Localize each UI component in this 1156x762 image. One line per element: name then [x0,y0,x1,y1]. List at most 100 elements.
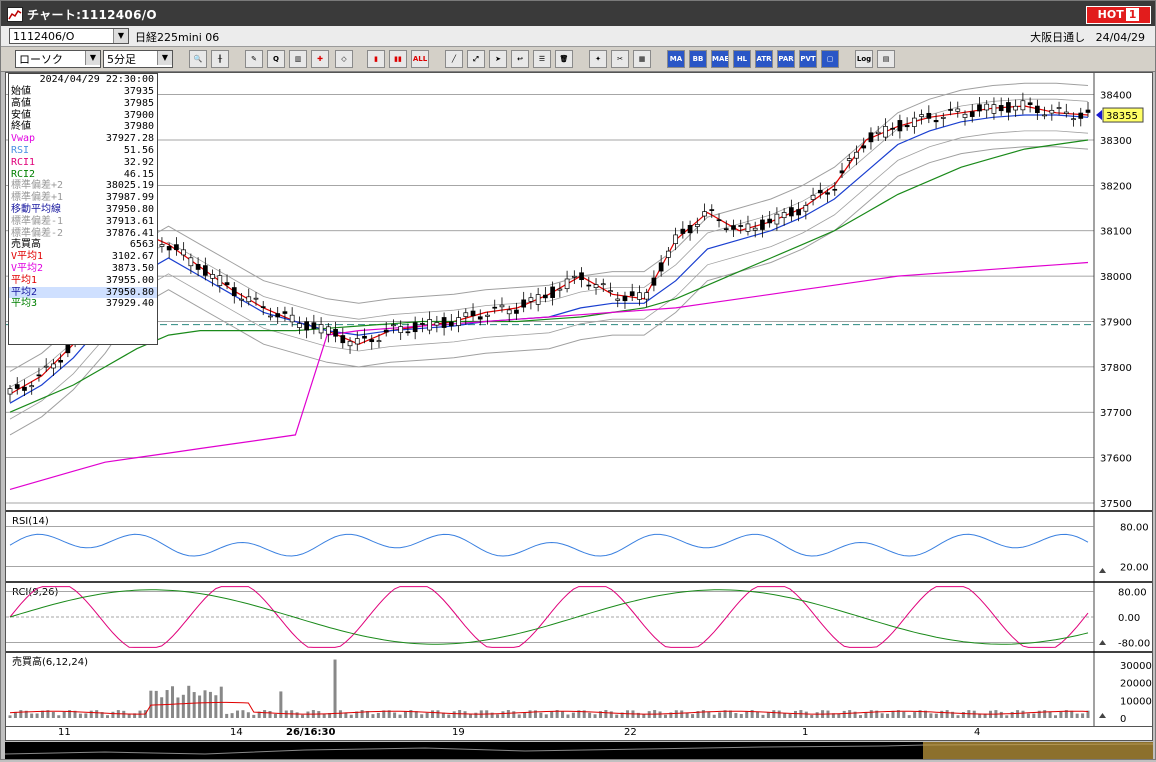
data-row: 標準偏差+1 37987.99 [9,192,157,204]
candle-body [810,194,816,200]
search-chart-icon[interactable]: Q [267,50,285,68]
volume-bar [815,712,819,718]
expand-icon[interactable]: ⤢ [467,50,485,68]
par-button[interactable]: PAR [777,50,795,68]
time-label: 14 [230,727,243,738]
data-key: RCI1 [11,156,36,168]
candle-body [22,386,27,391]
hl-button[interactable]: HL [733,50,751,68]
volume-bar [880,713,884,718]
volume-bar [945,710,949,718]
candle-body [738,225,744,227]
data-key: 標準偏差-2 [11,227,64,239]
crosshair-icon[interactable]: ╫ [211,50,229,68]
volume-bar [208,691,212,718]
list-icon[interactable]: ☰ [533,50,551,68]
bollinger-upper1-line [9,98,1089,388]
candle-body [745,223,751,232]
mae-button[interactable]: MAE [711,50,729,68]
log-button[interactable]: Log [855,50,873,68]
hot-button[interactable]: HOT 1 [1086,6,1151,24]
volume-bar [739,714,743,718]
candle-body [485,314,490,317]
volume-bar [1016,710,1020,718]
bb-button[interactable]: BB [689,50,707,68]
time-label: 19 [452,727,465,738]
tools-icon[interactable]: ✂ [611,50,629,68]
candle-body [1063,111,1069,114]
data-value: 37950.80 [105,286,154,298]
time-label: 11 [58,727,71,738]
frame-icon[interactable]: ▢ [821,50,839,68]
all-button[interactable]: ALL [411,50,429,68]
volume-bar [793,710,797,718]
rsi-panel-title: RSI(14) [12,516,49,527]
chart-svg[interactable]: 38400 38300 38200 38100 38000 37900 37800 37700… [6,73,1152,726]
volume-bar [35,713,39,718]
draw-icon[interactable]: ✎ [245,50,263,68]
atr-button[interactable]: ATR [755,50,773,68]
volume-bar [929,713,933,718]
volume-bar [566,714,570,718]
pvt-button[interactable]: PVT [799,50,817,68]
data-row: 平均2 37950.80 [9,286,157,299]
candle-body [723,228,729,230]
candle-body [673,234,678,244]
candle-body [217,275,223,286]
volume-bar [284,710,288,718]
bar-chart-icon[interactable]: ▥ [289,50,307,68]
color-palette-icon[interactable]: ▤ [877,50,895,68]
data-value: 37955.00 [105,274,154,286]
volume-bar [571,712,575,718]
volume-bar [78,713,82,718]
candle-body [680,228,686,234]
volume-bar [837,713,841,718]
candle-body [1013,105,1019,111]
disabled-icon[interactable]: ◇ [335,50,353,68]
candle-red-icon[interactable]: ▮ [367,50,385,68]
candle-body [58,359,63,363]
data-value: 3102.67 [111,251,154,263]
overview-window[interactable] [923,742,1153,759]
volume-bar [772,710,776,718]
toolbar: ローソク ▼ 5分足 ▼ 🔍 ╫ ✎ Q ▥ ✚ ◇ ▮ ▮▮ ALL ╱ ⤢ … [1,47,1155,72]
data-row: RCI2 46.15 [9,169,157,181]
zoom-icon[interactable]: 🔍 [189,50,207,68]
candle-body [1042,114,1047,117]
settings-icon[interactable]: ✦ [589,50,607,68]
volume-bar [252,714,256,718]
period-select[interactable]: 5分足 ▼ [103,50,173,68]
ma-short-line [9,105,1089,395]
ma-button[interactable]: MA [667,50,685,68]
candle-body [268,315,273,318]
color-icon[interactable]: ▦ [633,50,651,68]
data-row: Vwap 37927.28 [9,133,157,145]
data-row: 高値 37985 [9,98,157,110]
candle-body [940,116,946,119]
chart-area[interactable]: 38400 38300 38200 38100 38000 37900 37800 37700… [5,72,1153,727]
volume-bar [95,710,99,718]
scroll-arrow-icon [1099,568,1106,573]
undo-icon[interactable]: ↩ [511,50,529,68]
volume-axis-label: 20000 [1120,679,1152,690]
volume-bar [761,714,765,718]
candle-body [977,104,982,112]
data-row: 終値 37980 [9,121,157,133]
overview-scrollbar[interactable] [4,742,1154,759]
candle-body [600,283,606,286]
cursor-icon[interactable]: ➤ [489,50,507,68]
candle-body [789,207,794,217]
symbol-select[interactable]: 1112406/O ▼ [9,28,129,44]
candle-body [340,335,346,344]
candle-compare-icon[interactable]: ▮▮ [389,50,407,68]
rsi-axis-label: 20.00 [1120,563,1149,574]
trash-icon[interactable]: 🗑 [555,50,573,68]
volume-bar [425,712,429,718]
scroll-arrow-icon [1099,640,1106,645]
data-key: 平均2 [11,286,38,298]
candle-body [260,306,266,308]
ma-mid-line [9,114,1089,404]
chart-type-select[interactable]: ローソク ▼ [15,50,101,68]
line-tool-icon[interactable]: ╱ [445,50,463,68]
compare-icon[interactable]: ✚ [311,50,329,68]
